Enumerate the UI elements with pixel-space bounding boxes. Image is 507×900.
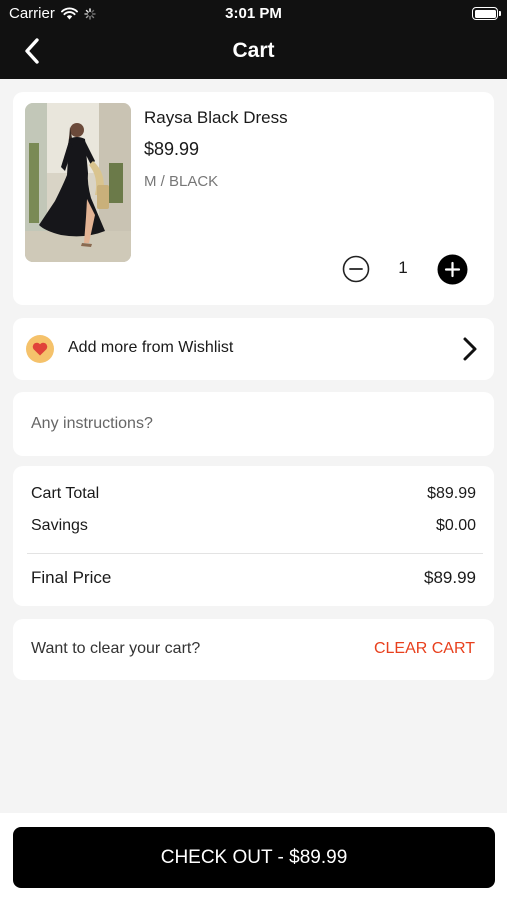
instructions-card (13, 392, 494, 456)
product-price: $89.99 (144, 139, 200, 159)
cart-total-label: Cart Total (31, 485, 100, 502)
clear-cart-card: Want to clear your cart? CLEAR CART (13, 619, 494, 680)
savings-row: Savings $0.00 (31, 517, 476, 535)
summary-divider (27, 553, 483, 554)
quantity-value: 1 (398, 258, 408, 277)
clear-cart-question: Want to clear your cart? (31, 640, 201, 657)
increase-quantity-button[interactable] (437, 254, 468, 285)
product-variant: M / BLACK (144, 173, 219, 190)
final-price-value: $89.99 (424, 568, 476, 587)
checkout-bar: CHECK OUT - $89.99 (0, 813, 507, 900)
price-summary-card: Cart Total $89.99 Savings $0.00 Final Pr… (13, 466, 494, 606)
savings-label: Savings (31, 517, 88, 534)
decrease-quantity-button[interactable] (342, 255, 370, 283)
savings-value: $0.00 (435, 517, 476, 534)
minus-circle-icon (342, 255, 370, 283)
cart-item-card: Raysa Black Dress $89.99 M / BLACK 1 (13, 92, 494, 305)
status-time: 3:01 PM (225, 5, 282, 22)
product-image[interactable] (25, 103, 131, 262)
final-price-row: Final Price $89.99 (31, 568, 476, 588)
final-price-label: Final Price (31, 568, 112, 587)
wishlist-row[interactable]: Add more from Wishlist (13, 318, 494, 380)
chevron-right-icon (463, 337, 477, 361)
plus-circle-icon (437, 254, 468, 285)
cart-total-row: Cart Total $89.99 (31, 485, 476, 503)
checkout-button[interactable]: CHECK OUT - $89.99 (13, 827, 495, 888)
clear-cart-button[interactable]: CLEAR CART (374, 640, 475, 658)
status-bar: Carrier 3:01 PM (0, 0, 507, 28)
battery-icon (472, 7, 501, 20)
page-title: Cart (232, 39, 275, 62)
heart-icon (26, 335, 54, 363)
cart-total-value: $89.99 (427, 485, 476, 502)
app-header: Carrier 3:01 PM Cart (0, 0, 507, 79)
wishlist-label: Add more from Wishlist (68, 339, 234, 356)
product-name: Raysa Black Dress (144, 108, 288, 127)
instructions-input[interactable] (31, 406, 471, 442)
